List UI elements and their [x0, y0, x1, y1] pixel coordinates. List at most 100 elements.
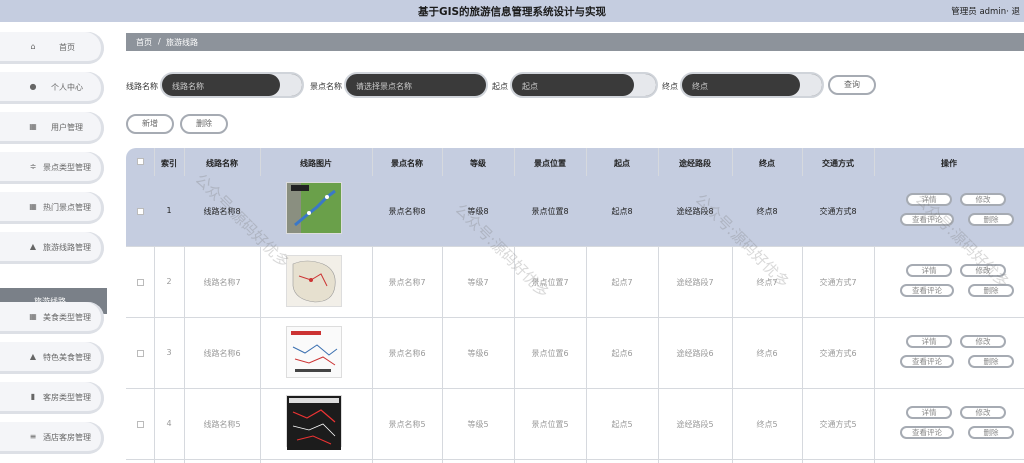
app-title: 基于GIS的旅游信息管理系统设计与实现: [417, 6, 607, 18]
cell-index: 4: [166, 419, 172, 428]
cell-spot-location: 景点位置6: [531, 349, 569, 358]
sidebar-item-food-types[interactable]: ▦ 美食类型管理: [0, 302, 104, 334]
table-row[interactable]: 3 线路名称6 景点名称6 等级6 景点位置6 起点6 途经路段6 终点6 交通…: [126, 318, 1024, 389]
sidebar-item-users[interactable]: ▦ 用户管理: [0, 112, 104, 144]
edit-button[interactable]: 修改: [960, 335, 1006, 348]
route-name-placeholder: 线路名称: [172, 82, 204, 91]
cell-transport: 交通方式6: [819, 349, 857, 358]
header-route-image: 线路图片: [300, 159, 332, 168]
route-image: [286, 395, 342, 450]
sidebar-item-label: 热门景点管理: [43, 203, 91, 212]
cell-level: 等级6: [467, 349, 489, 358]
header-start: 起点: [614, 159, 630, 168]
cell-route-name: 线路名称6: [203, 349, 241, 358]
view-comments-button[interactable]: 查看评论: [900, 426, 954, 439]
sidebar-item-routes[interactable]: ▲ 旅游线路管理: [0, 232, 104, 264]
sidebar-item-home[interactable]: ⌂ 首页: [0, 32, 104, 64]
route-image: [286, 255, 342, 307]
cell-spot-name: 景点名称7: [388, 278, 426, 287]
view-comments-button[interactable]: 查看评论: [900, 284, 954, 297]
cell-spot-location: 景点位置8: [531, 207, 569, 216]
cell-via: 途经路段8: [676, 207, 714, 216]
breadcrumb-home[interactable]: 首页: [136, 37, 152, 48]
header-route-name: 线路名称: [206, 159, 238, 168]
user-menu[interactable]: 管理员 admin· 退: [951, 5, 1020, 17]
edit-button[interactable]: 修改: [960, 193, 1006, 206]
cell-spot-location: 景点位置7: [531, 278, 569, 287]
sidebar-item-label: 客房类型管理: [43, 393, 91, 402]
view-comments-button[interactable]: 查看评论: [900, 213, 954, 226]
cell-via: 途经路段5: [676, 420, 714, 429]
delete-button[interactable]: 删除: [180, 114, 228, 134]
cell-spot-name: 景点名称8: [388, 207, 426, 216]
edit-button[interactable]: 修改: [960, 264, 1006, 277]
end-placeholder: 终点: [692, 82, 708, 91]
header-index: 索引: [161, 159, 177, 168]
start-label: 起点: [492, 82, 508, 91]
route-name-input[interactable]: 线路名称: [160, 72, 304, 98]
row-checkbox[interactable]: [137, 350, 144, 357]
cell-end: 终点6: [756, 349, 778, 358]
sidebar-item-hot-spots[interactable]: ▦ 热门景点管理: [0, 192, 104, 224]
chevron-down-icon: ⌄: [356, 79, 363, 88]
route-name-label: 线路名称: [126, 82, 158, 91]
cell-end: 终点7: [756, 278, 778, 287]
sidebar-item-profile[interactable]: ● 个人中心: [0, 72, 104, 104]
sidebar-item-hotel-rooms[interactable]: ≡ 酒店客房管理: [0, 422, 104, 454]
detail-button[interactable]: 详情: [906, 406, 952, 419]
sidebar: ⌂ 首页 ● 个人中心 ▦ 用户管理 ≑ 景点类型管理 ▦ 热门景点管理 ▲ 旅…: [0, 22, 107, 463]
list-icon: ≡: [29, 432, 37, 441]
sidebar-item-spot-types[interactable]: ≑ 景点类型管理: [0, 152, 104, 184]
start-input[interactable]: 起点: [510, 72, 658, 98]
add-button[interactable]: 新增: [126, 114, 174, 134]
sidebar-item-room-types[interactable]: ▮ 客房类型管理: [0, 382, 104, 414]
table-row[interactable]: 2 线路名称7 景点名称7 等级7 景点位置7 起点7 途经路段7 终点7 交通…: [126, 247, 1024, 318]
bar-chart-icon: ▮: [30, 392, 36, 401]
end-input[interactable]: 终点: [680, 72, 824, 98]
grid-icon: ▦: [29, 202, 37, 211]
grid-icon: ▦: [29, 312, 37, 321]
sidebar-item-specialty-food[interactable]: ▲ 特色美食管理: [0, 342, 104, 374]
sidebar-item-label: 用户管理: [51, 123, 83, 132]
edit-button[interactable]: 修改: [960, 406, 1006, 419]
breadcrumb-separator: /: [158, 37, 161, 46]
sidebar-item-label: 旅游线路管理: [43, 243, 91, 252]
detail-button[interactable]: 详情: [906, 264, 952, 277]
view-comments-button[interactable]: 查看评论: [900, 355, 954, 368]
row-checkbox[interactable]: [137, 208, 144, 215]
spot-name-select[interactable]: 请选择景点名称 ⌄: [344, 72, 488, 98]
bank-icon: ▲: [29, 352, 37, 361]
breadcrumb: 首页 / 旅游线路: [126, 33, 1024, 51]
cell-spot-name: 景点名称5: [388, 420, 426, 429]
cell-level: 等级5: [467, 420, 489, 429]
detail-button[interactable]: 详情: [906, 335, 952, 348]
cell-end: 终点5: [756, 420, 778, 429]
cell-start: 起点8: [611, 207, 633, 216]
query-button[interactable]: 查询: [828, 75, 876, 95]
start-placeholder: 起点: [522, 82, 538, 91]
cell-route-name: 线路名称5: [203, 420, 241, 429]
table-row[interactable]: 4 线路名称5 景点名称5 等级5 景点位置5 起点5 途经路段5 终点5 交通…: [126, 389, 1024, 460]
select-all-checkbox[interactable]: [137, 158, 144, 165]
breadcrumb-current: 旅游线路: [166, 38, 198, 47]
header-actions: 操作: [941, 159, 957, 168]
row-delete-button[interactable]: 删除: [968, 284, 1014, 297]
cell-transport: 交通方式8: [819, 207, 857, 216]
cell-index: 3: [166, 348, 172, 357]
top-bar: 基于GIS的旅游信息管理系统设计与实现 管理员 admin· 退: [0, 0, 1024, 22]
row-checkbox[interactable]: [137, 421, 144, 428]
table-row[interactable]: 1 线路名称8 景点名称8 等级8 景点位置8 起点8 途经路段8 终点8 交通…: [126, 176, 1024, 247]
row-delete-button[interactable]: 删除: [968, 355, 1014, 368]
cell-spot-location: 景点位置5: [531, 420, 569, 429]
detail-button[interactable]: 详情: [906, 193, 952, 206]
cell-level: 等级7: [467, 278, 489, 287]
header-via: 途经路段: [679, 159, 711, 168]
sidebar-item-label: 美食类型管理: [43, 313, 91, 322]
row-delete-button[interactable]: 删除: [968, 426, 1014, 439]
header-spot-location: 景点位置: [534, 159, 566, 168]
row-checkbox[interactable]: [137, 279, 144, 286]
row-delete-button[interactable]: 删除: [968, 213, 1014, 226]
cell-spot-name: 景点名称6: [388, 349, 426, 358]
sidebar-item-label: 酒店客房管理: [43, 433, 91, 442]
home-icon: ⌂: [30, 42, 36, 51]
